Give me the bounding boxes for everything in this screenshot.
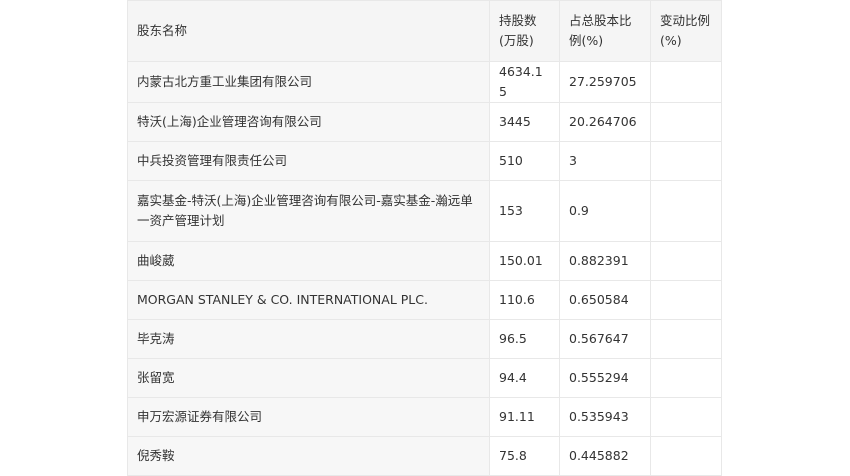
cell-shares: 510 [489,141,560,181]
cell-ratio: 0.650584 [559,280,651,320]
cell-change [650,436,722,476]
table-row: 特沃(上海)企业管理咨询有限公司 3445 20.264706 [127,102,722,142]
shareholder-table: 股东名称 持股数(万股) 占总股本比例(%) 变动比例(%) 内蒙古北方重工业集… [127,0,722,476]
cell-change [650,358,722,398]
cell-shares: 153 [489,180,560,242]
cell-name: 毕克涛 [127,319,490,359]
table-row: 中兵投资管理有限责任公司 510 3 [127,141,722,181]
header-ratio: 占总股本比例(%) [559,0,651,62]
cell-shares: 3445 [489,102,560,142]
cell-name: 倪秀鞍 [127,436,490,476]
table-row: 倪秀鞍 75.8 0.445882 [127,436,722,476]
cell-ratio: 3 [559,141,651,181]
table-header-row: 股东名称 持股数(万股) 占总股本比例(%) 变动比例(%) [127,0,722,62]
cell-ratio: 0.567647 [559,319,651,359]
header-shares: 持股数(万股) [489,0,560,62]
cell-ratio: 0.445882 [559,436,651,476]
cell-name: MORGAN STANLEY & CO. INTERNATIONAL PLC. [127,280,490,320]
cell-shares: 150.01 [489,241,560,281]
cell-change [650,102,722,142]
cell-shares: 96.5 [489,319,560,359]
table-row: 嘉实基金-特沃(上海)企业管理咨询有限公司-嘉实基金-瀚远单一资产管理计划 15… [127,180,722,242]
cell-ratio: 0.9 [559,180,651,242]
cell-ratio: 0.882391 [559,241,651,281]
cell-change [650,141,722,181]
shareholder-table-container: 股东名称 持股数(万股) 占总股本比例(%) 变动比例(%) 内蒙古北方重工业集… [127,0,722,476]
cell-name: 特沃(上海)企业管理咨询有限公司 [127,102,490,142]
table-row: MORGAN STANLEY & CO. INTERNATIONAL PLC. … [127,280,722,320]
cell-change [650,319,722,359]
cell-change [650,180,722,242]
cell-ratio: 20.264706 [559,102,651,142]
cell-change [650,61,722,103]
table-row: 申万宏源证券有限公司 91.11 0.535943 [127,397,722,437]
cell-shares: 4634.15 [489,61,560,103]
cell-shares: 75.8 [489,436,560,476]
table-row: 毕克涛 96.5 0.567647 [127,319,722,359]
table-row: 张留宽 94.4 0.555294 [127,358,722,398]
cell-name: 嘉实基金-特沃(上海)企业管理咨询有限公司-嘉实基金-瀚远单一资产管理计划 [127,180,490,242]
cell-ratio: 0.555294 [559,358,651,398]
cell-shares: 110.6 [489,280,560,320]
cell-name: 张留宽 [127,358,490,398]
cell-change [650,280,722,320]
cell-change [650,241,722,281]
header-change: 变动比例(%) [650,0,722,62]
cell-ratio: 27.259705 [559,61,651,103]
cell-change [650,397,722,437]
cell-shares: 91.11 [489,397,560,437]
cell-name: 内蒙古北方重工业集团有限公司 [127,61,490,103]
cell-name: 曲峻葳 [127,241,490,281]
table-row: 内蒙古北方重工业集团有限公司 4634.15 27.259705 [127,61,722,103]
cell-ratio: 0.535943 [559,397,651,437]
cell-shares: 94.4 [489,358,560,398]
cell-name: 中兵投资管理有限责任公司 [127,141,490,181]
table-row: 曲峻葳 150.01 0.882391 [127,241,722,281]
header-shareholder-name: 股东名称 [127,0,490,62]
cell-name: 申万宏源证券有限公司 [127,397,490,437]
